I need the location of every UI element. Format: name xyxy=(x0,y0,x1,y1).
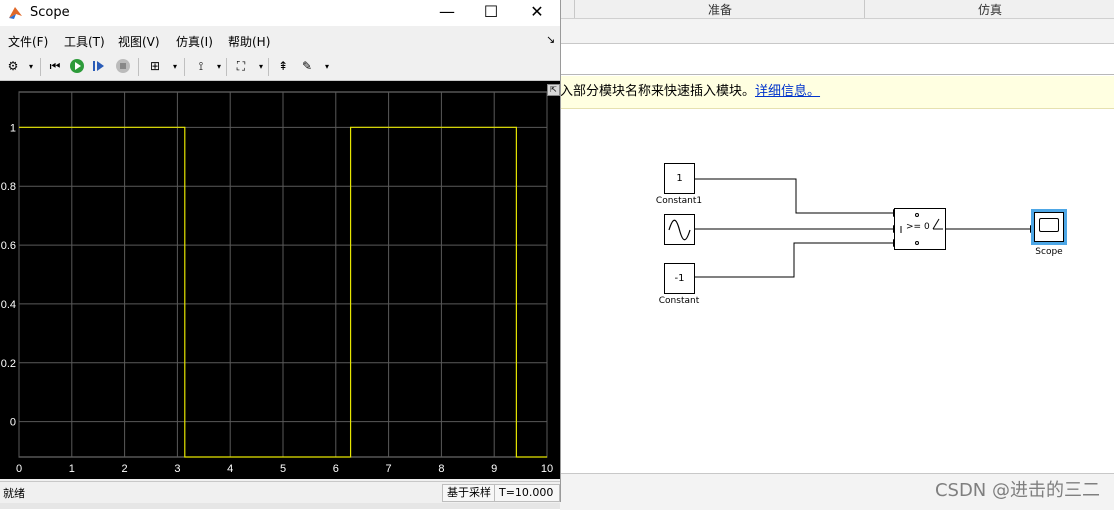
sample-mode-indicator: 基于采样 xyxy=(442,484,496,502)
highlight-icon[interactable]: ⊞ xyxy=(146,57,164,75)
scope-block[interactable] xyxy=(1034,212,1064,242)
tab-prepare[interactable]: 准备 xyxy=(574,0,865,18)
close-button[interactable]: ✕ xyxy=(514,0,560,26)
menu-bar: 文件(F) 工具(T) 视图(V) 仿真(I) 帮助(H) ↘ xyxy=(0,29,560,51)
minimize-button[interactable]: — xyxy=(424,0,470,26)
run-icon[interactable] xyxy=(68,57,86,75)
x-tick-label: 4 xyxy=(227,463,233,475)
switch-block[interactable]: >= 0 xyxy=(894,208,946,250)
constant-block[interactable]: -1 xyxy=(664,263,695,294)
menu-help[interactable]: 帮助(H) xyxy=(228,33,270,50)
model-canvas[interactable]: 1 Constant1 -1 Constant >= 0 Scope xyxy=(560,109,1114,473)
gear-dropdown-icon[interactable]: ▾ xyxy=(22,57,40,75)
x-tick-label: 9 xyxy=(491,463,497,475)
window-title: Scope xyxy=(30,5,70,20)
menu-file[interactable]: 文件(F) xyxy=(8,33,48,50)
expand-axes-icon[interactable]: ⇱ xyxy=(547,84,560,96)
x-tick-label: 5 xyxy=(280,463,286,475)
scope-window[interactable]: Scope — ☐ ✕ 文件(F) 工具(T) 视图(V) 仿真(I) 帮助(H… xyxy=(0,0,561,503)
scope-screen-icon xyxy=(1039,218,1059,232)
menu-tools[interactable]: 工具(T) xyxy=(64,33,105,50)
edit-dropdown-icon[interactable]: ▾ xyxy=(318,57,336,75)
taskbar-strip xyxy=(0,502,560,509)
scope-status-bar: 就绪 基于采样 T=10.000 xyxy=(0,481,560,503)
step-back-icon[interactable]: ⏮ xyxy=(46,57,64,75)
y-tick-label: 0.4 xyxy=(1,299,16,311)
maximize-button[interactable]: ☐ xyxy=(468,0,514,26)
y-tick-label: 0.8 xyxy=(1,181,16,193)
y-tick-label: 0.6 xyxy=(1,240,16,252)
model-wires xyxy=(694,178,1037,278)
watermark: CSDN @进击的三二 xyxy=(934,480,1100,501)
title-bar[interactable]: Scope — ☐ ✕ xyxy=(0,0,560,26)
toolbar-separator xyxy=(184,58,185,76)
menu-view[interactable]: 视图(V) xyxy=(118,33,160,50)
scope-toolbar: ⚙ ▾ ⏮ ⊞ ▾ ⟟ ▾ ⛶ ▾ ⇞ ✎ ▾ xyxy=(0,54,560,81)
x-tick-label: 10 xyxy=(541,463,553,475)
x-tick-label: 3 xyxy=(174,463,180,475)
x-tick-label: 6 xyxy=(333,463,339,475)
toolbar-separator xyxy=(268,58,269,76)
cursor-icon[interactable]: ⟟ xyxy=(192,57,210,75)
constant1-label: Constant1 xyxy=(655,196,703,206)
y-tick-label: 0 xyxy=(10,417,16,429)
x-tick-label: 2 xyxy=(122,463,128,475)
x-tick-label: 0 xyxy=(16,463,22,475)
status-ready: 就绪 xyxy=(3,487,25,500)
dock-arrow-icon[interactable]: ↘ xyxy=(546,33,555,46)
style-icon[interactable]: ⇞ xyxy=(274,57,292,75)
info-link[interactable]: 详细信息。 xyxy=(755,84,820,99)
highlight-dropdown-icon[interactable]: ▾ xyxy=(166,57,184,75)
x-tick-label: 7 xyxy=(386,463,392,475)
y-tick-label: 0.2 xyxy=(1,358,16,370)
time-indicator: T=10.000 xyxy=(494,484,560,502)
stop-icon[interactable] xyxy=(114,57,132,75)
y-tick-label: 1 xyxy=(10,122,16,134)
x-tick-label: 8 xyxy=(438,463,444,475)
tab-simulation[interactable]: 仿真 xyxy=(864,0,1114,18)
scope-display[interactable]: 0 1 2 3 4 5 6 7 8 9 10 0 0.2 0.4 0.6 0.8 1 ⇱ xyxy=(0,81,560,479)
step-forward-icon[interactable] xyxy=(90,57,108,75)
switch-condition: >= 0 xyxy=(906,222,930,232)
editor-header-strip: 准备 仿真 xyxy=(560,0,1114,19)
matlab-logo-icon xyxy=(8,5,23,20)
zoom-fit-icon[interactable]: ⛶ xyxy=(232,57,250,75)
toolbar-separator xyxy=(138,58,139,76)
scope-plot[interactable]: 0 1 2 3 4 5 6 7 8 9 10 0 0.2 0.4 0.6 0.8 1 xyxy=(0,81,560,479)
scope-block-selection[interactable] xyxy=(1031,209,1067,245)
toolbar-separator xyxy=(40,58,41,76)
sine-wave-block[interactable] xyxy=(664,214,695,245)
sine-wave-icon xyxy=(668,219,691,241)
gear-icon[interactable]: ⚙ xyxy=(4,57,22,75)
constant-label: Constant xyxy=(658,296,700,306)
toolbar-separator xyxy=(226,58,227,76)
constant1-block[interactable]: 1 xyxy=(664,163,695,194)
menu-simulation[interactable]: 仿真(I) xyxy=(176,33,213,50)
x-tick-label: 1 xyxy=(69,463,75,475)
scope-label: Scope xyxy=(1035,247,1063,257)
info-text: 入部分模块名称来快速插入模块。 xyxy=(560,84,756,99)
toolstrip-band xyxy=(560,19,1114,44)
info-bar: 入部分模块名称来快速插入模块。详细信息。 xyxy=(560,76,1114,109)
address-band xyxy=(560,44,1114,75)
edit-icon[interactable]: ✎ xyxy=(298,57,316,75)
